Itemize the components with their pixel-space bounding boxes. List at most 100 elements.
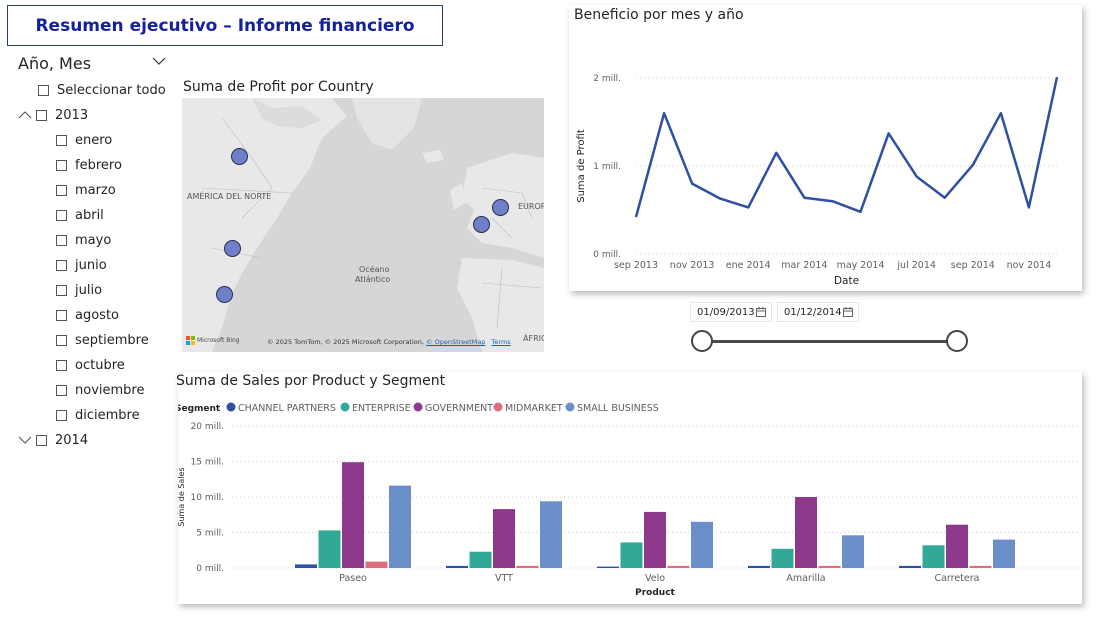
slicer-month-enero[interactable]: enero [56, 129, 112, 151]
map-point-germany[interactable] [492, 199, 509, 216]
legend-label[interactable]: GOVERNMENT [425, 403, 493, 414]
bar-amarilla-channel-partners[interactable] [748, 565, 770, 568]
bar-velo-midmarket[interactable] [667, 565, 690, 568]
slicer-month-agosto[interactable]: agosto [56, 304, 119, 326]
end-date-input[interactable]: 01/12/2014 [777, 302, 859, 322]
checkbox[interactable] [56, 134, 67, 146]
map-point-usa[interactable] [224, 240, 241, 257]
legend-marker[interactable] [565, 402, 575, 412]
slicer-item-select-all[interactable]: Seleccionar todo [38, 79, 166, 101]
slicer-month-mayo[interactable]: mayo [56, 229, 111, 251]
bar-vtt-channel-partners[interactable] [446, 565, 468, 568]
checkbox[interactable] [56, 384, 67, 396]
bar-carretera-enterprise[interactable] [922, 545, 945, 568]
bar-carretera-midmarket[interactable] [969, 565, 992, 568]
checkbox[interactable] [36, 434, 47, 446]
checkbox[interactable] [56, 184, 67, 196]
line-point-2014-03[interactable] [802, 196, 806, 200]
slicer-year-2013[interactable]: 2013 [18, 104, 88, 126]
start-date-input[interactable]: 01/09/2013 [690, 302, 772, 322]
bar-vtt-small-business[interactable] [540, 501, 562, 568]
checkbox[interactable] [38, 84, 49, 96]
line-point-2013-10[interactable] [662, 111, 666, 115]
slicer-year-2014[interactable]: 2014 [18, 429, 88, 451]
slicer-month-marzo[interactable]: marzo [56, 179, 116, 201]
line-point-2014-12[interactable] [1055, 75, 1059, 79]
terms-link[interactable]: Terms [492, 338, 511, 346]
bar-carretera-channel-partners[interactable] [899, 565, 921, 568]
checkbox[interactable] [56, 334, 67, 346]
bar-vtt-enterprise[interactable] [469, 551, 492, 568]
slicer-month-octubre[interactable]: octubre [56, 354, 125, 376]
line-point-2014-08[interactable] [943, 196, 947, 200]
legend-label[interactable]: CHANNEL PARTNERS [238, 403, 336, 414]
line-point-2013-12[interactable] [718, 197, 722, 201]
bar-paseo-government[interactable] [342, 462, 364, 568]
bar-chart-card[interactable]: Suma de Sales por Product y Segment Segm… [176, 372, 1082, 604]
profit-series-line[interactable] [634, 76, 1059, 218]
calendar-icon[interactable] [843, 307, 853, 317]
checkbox[interactable] [56, 209, 67, 221]
line-point-2013-11[interactable] [690, 182, 694, 186]
legend-label[interactable]: MIDMARKET [505, 403, 563, 414]
chevron-up-icon[interactable] [18, 110, 32, 120]
checkbox[interactable] [56, 259, 67, 271]
bar-paseo-channel-partners[interactable] [295, 564, 317, 568]
slicer-month-noviembre[interactable]: noviembre [56, 379, 144, 401]
legend-marker[interactable] [226, 402, 236, 412]
profit-map[interactable]: AMÉRICA DEL NORTE EUROP ÁFRIC Océano Atl… [182, 98, 544, 352]
bar-paseo-midmarket[interactable] [365, 561, 388, 568]
checkbox[interactable] [56, 359, 67, 371]
map-point-mexico[interactable] [216, 286, 233, 303]
date-range-track[interactable] [702, 340, 958, 343]
checkbox[interactable] [36, 109, 47, 121]
bar-amarilla-government[interactable] [795, 497, 817, 568]
chevron-down-icon[interactable] [152, 56, 166, 66]
map-point-france[interactable] [473, 216, 490, 233]
bar-amarilla-enterprise[interactable] [771, 548, 794, 568]
line-chart-card[interactable]: Beneficio por mes y año 0 mill. 1 mill. 2 … [569, 5, 1082, 291]
osm-link[interactable]: © OpenStreetMap [426, 338, 485, 346]
bar-vtt-midmarket[interactable] [516, 565, 539, 568]
line-point-2014-05[interactable] [859, 210, 863, 214]
bar-velo-enterprise[interactable] [620, 542, 643, 568]
slicer-month-julio[interactable]: julio [56, 279, 102, 301]
line-point-2014-02[interactable] [774, 151, 778, 155]
calendar-icon[interactable] [756, 307, 766, 317]
slicer-month-septiembre[interactable]: septiembre [56, 329, 149, 351]
legend-marker[interactable] [493, 402, 503, 412]
legend-marker[interactable] [413, 402, 423, 412]
legend-marker[interactable] [340, 402, 350, 412]
slicer-month-febrero[interactable]: febrero [56, 154, 122, 176]
line-point-2014-10[interactable] [999, 111, 1003, 115]
chevron-down-icon[interactable] [18, 435, 32, 445]
checkbox[interactable] [56, 409, 67, 421]
slicer-month-abril[interactable]: abril [56, 204, 104, 226]
bar-velo-small-business[interactable] [691, 521, 713, 568]
date-range-end-handle[interactable] [946, 330, 968, 352]
checkbox[interactable] [56, 309, 67, 321]
bar-carretera-government[interactable] [946, 524, 968, 568]
line-point-2014-06[interactable] [887, 131, 891, 135]
line-point-2014-07[interactable] [915, 175, 919, 179]
date-range-start-handle[interactable] [691, 330, 713, 352]
bar-amarilla-midmarket[interactable] [818, 565, 841, 568]
line-point-2014-01[interactable] [746, 205, 750, 209]
bar-amarilla-small-business[interactable] [842, 535, 864, 568]
line-point-2014-11[interactable] [1027, 205, 1031, 209]
bar-paseo-enterprise[interactable] [318, 530, 341, 568]
bar-vtt-government[interactable] [493, 509, 515, 568]
map-point-canada[interactable] [231, 148, 248, 165]
bar-velo-government[interactable] [644, 511, 666, 568]
line-point-2014-04[interactable] [830, 199, 834, 203]
bar-velo-channel-partners[interactable] [597, 566, 619, 568]
slicer-month-junio[interactable]: junio [56, 254, 107, 276]
legend-label[interactable]: ENTERPRISE [352, 403, 411, 414]
bar-paseo-small-business[interactable] [389, 485, 411, 568]
legend-label[interactable]: SMALL BUSINESS [577, 403, 659, 414]
slicer-month-diciembre[interactable]: diciembre [56, 404, 140, 426]
checkbox[interactable] [56, 234, 67, 246]
checkbox[interactable] [56, 284, 67, 296]
line-point-2014-09[interactable] [971, 163, 975, 167]
checkbox[interactable] [56, 159, 67, 171]
